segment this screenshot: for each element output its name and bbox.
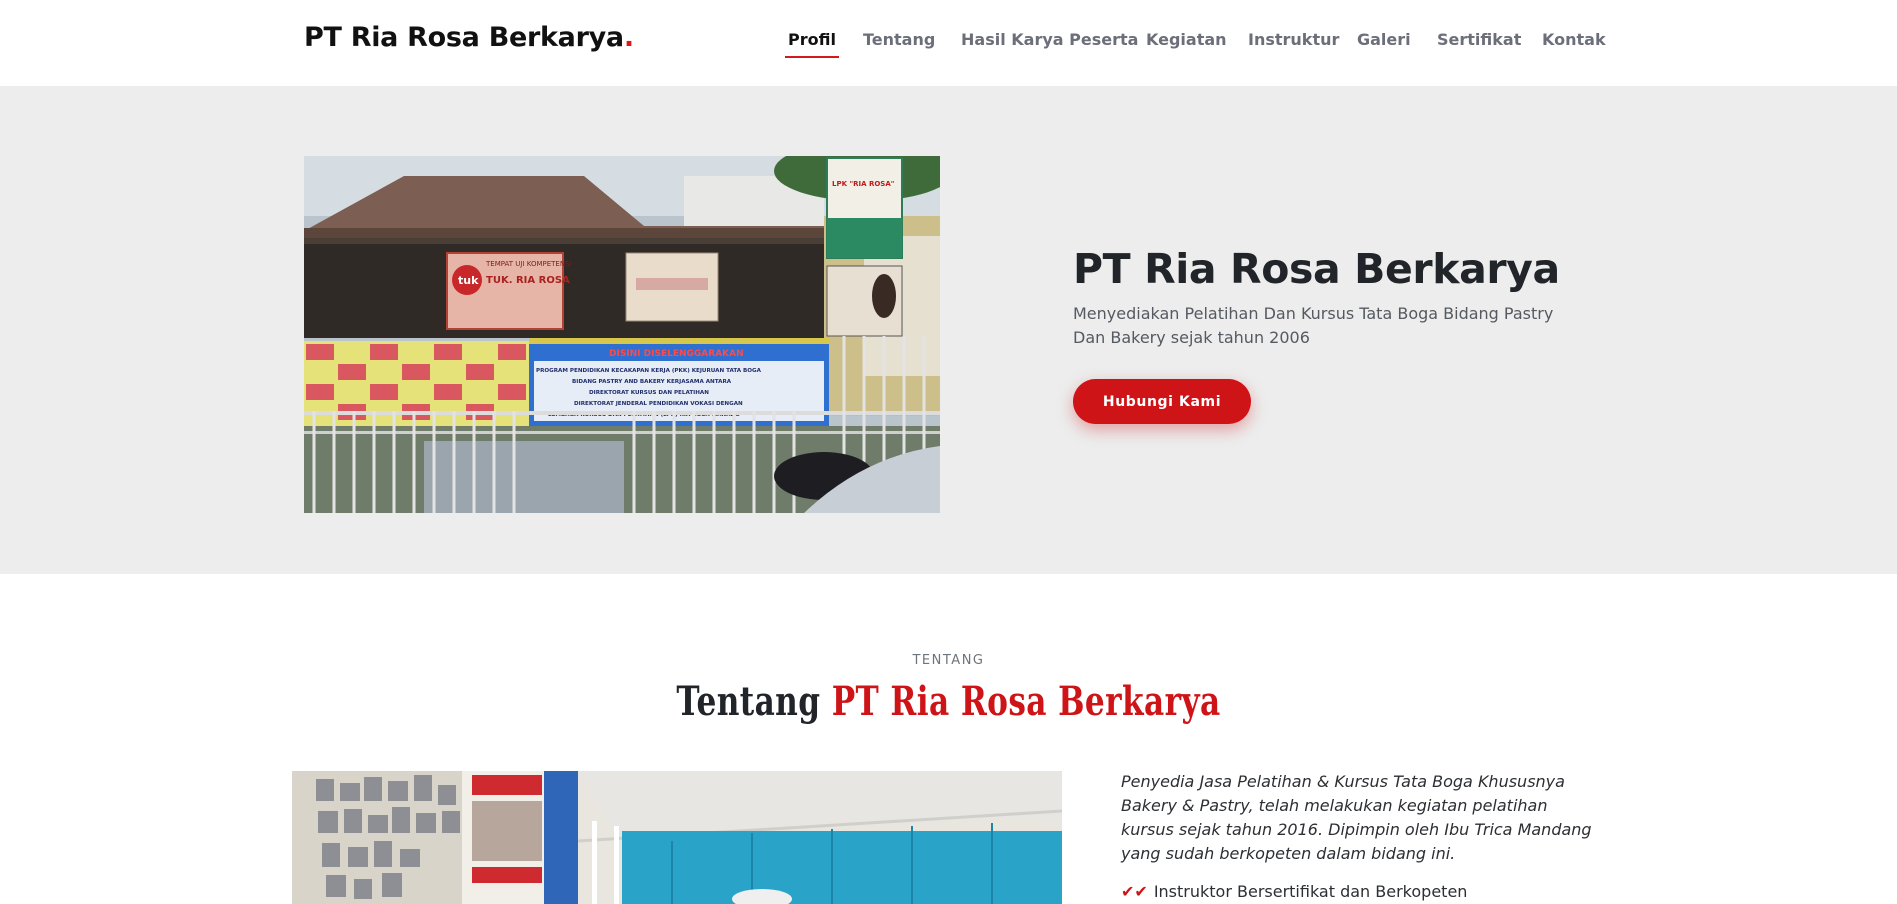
nav-item-kegiatan[interactable]: Kegiatan (1146, 30, 1227, 49)
hero-photo: tuk TEMPAT UJI KOMPETENSI TUK. RIA ROSA … (304, 156, 940, 513)
banner-line2: BIDANG PASTRY AND BAKERY KERJASAMA ANTAR… (572, 379, 732, 385)
nav-item-sertifikat[interactable]: Sertifikat (1437, 30, 1521, 49)
banner-title: DISINI DISELENGGARAKAN (609, 349, 744, 359)
hero-subtitle: Menyediakan Pelatihan Dan Kursus Tata Bo… (1073, 304, 1554, 347)
sign-left-line2: TUK. RIA ROSA (486, 275, 570, 286)
hero-title: PT Ria Rosa Berkarya (1073, 245, 1560, 293)
banner-line3: DIREKTORAT KURSUS DAN PELATIHAN (589, 390, 709, 396)
double-check-icon: ✔✔ (1121, 882, 1148, 901)
section-kicker: TENTANG (912, 653, 985, 668)
sign-left-line1: TEMPAT UJI KOMPETENSI (485, 260, 572, 268)
about-description: Penyedia Jasa Pelatihan & Kursus Tata Bo… (1121, 772, 1592, 863)
list-item: ✔✔ Instruktor Bersertifikat dan Berkopete… (1121, 882, 1467, 901)
hero-section: tuk TEMPAT UJI KOMPETENSI TUK. RIA ROSA … (0, 86, 1897, 574)
nav-item-instruktur[interactable]: Instruktur (1248, 30, 1339, 49)
about-feature-list: ✔✔ Instruktor Bersertifikat dan Berkopete… (1121, 882, 1467, 901)
banner-line4: DIREKTORAT JENDERAL PENDIDIKAN VOKASI DE… (574, 401, 743, 407)
sign-logo-text: tuk (458, 274, 479, 287)
nav-item-kontak[interactable]: Kontak (1542, 30, 1606, 49)
section-title-plain: Tentang (676, 678, 832, 725)
nav-item-tentang[interactable]: Tentang (863, 30, 935, 49)
site-header: PT Ria Rosa Berkarya. Profil Tentang Has… (0, 0, 1897, 86)
main-nav: Profil Tentang Hasil Karya Peserta Kegia… (0, 30, 1897, 60)
poster-text: LPK "RIA ROSA" (832, 180, 894, 188)
nav-item-hasil-karya-peserta[interactable]: Hasil Karya Peserta (961, 30, 1138, 49)
nav-item-galeri[interactable]: Galeri (1357, 30, 1411, 49)
contact-us-button[interactable]: Hubungi Kami (1073, 379, 1251, 424)
about-photo (292, 771, 1062, 904)
section-title: Tentang PT Ria Rosa Berkarya (209, 678, 1689, 725)
nav-item-profil[interactable]: Profil (785, 30, 839, 58)
section-title-accent: PT Ria Rosa Berkarya (831, 678, 1221, 725)
banner-line1: PROGRAM PENDIDIKAN KECAKAPAN KERJA (PKK)… (536, 368, 762, 374)
list-item-text: Instruktor Bersertifikat dan Berkopeten (1153, 882, 1468, 901)
